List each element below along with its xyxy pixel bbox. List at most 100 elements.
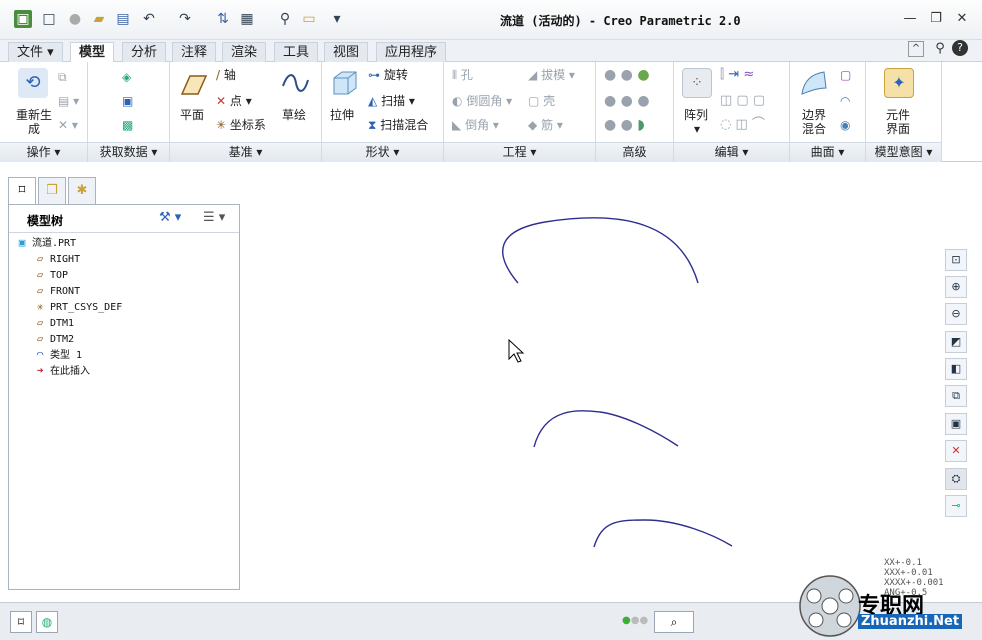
plane-icon[interactable]: [178, 70, 208, 100]
regenerate-icon[interactable]: ⟲: [18, 68, 48, 98]
model-tree-tab[interactable]: ⌑: [8, 177, 36, 205]
tree-item[interactable]: ▱ DTM2: [33, 331, 74, 347]
copy-geometry-icon[interactable]: ▣: [122, 94, 133, 108]
extrude-icon[interactable]: [328, 68, 358, 98]
sketch-icon[interactable]: [280, 68, 310, 98]
tab-render[interactable]: 渲染: [222, 42, 267, 62]
group-editing-label[interactable]: 编辑 ▾: [674, 142, 789, 162]
group-datum-label[interactable]: 基准 ▾: [170, 142, 321, 162]
boundary-blend-button[interactable]: 边界 混合: [802, 108, 826, 136]
regenerate-icon[interactable]: ⇅: [214, 10, 232, 28]
show-browser-icon[interactable]: ◍: [36, 611, 58, 633]
new-file-icon[interactable]: □: [40, 10, 58, 28]
refit-icon[interactable]: ⊡: [945, 249, 967, 271]
group-model-intent-label[interactable]: 模型意图 ▾: [866, 142, 941, 162]
group-shape: 拉伸 ⊶ 旋转 ◭ 扫描 ▾ ⧗ 扫描混合 形状 ▾: [322, 62, 444, 162]
hole-label: 孔: [460, 68, 473, 82]
regen-status-icon: ●●●: [622, 615, 649, 626]
folder-browser-tab[interactable]: ❒: [38, 177, 66, 205]
datum-display-icon[interactable]: ✕: [945, 440, 967, 462]
close-window-icon[interactable]: ▭: [300, 10, 318, 28]
help-icon[interactable]: ?: [952, 40, 968, 56]
pattern-dropdown-icon[interactable]: ▾: [694, 122, 700, 136]
shrinkwrap-icon[interactable]: ▩: [122, 118, 133, 132]
save-icon[interactable]: ▤: [114, 10, 132, 28]
axis-label: 轴: [223, 68, 236, 82]
group-shape-label[interactable]: 形状 ▾: [322, 142, 443, 162]
plane-button[interactable]: 平面: [180, 108, 204, 122]
customize-toolbar-icon[interactable]: ▾: [328, 10, 346, 28]
zoom-in-icon[interactable]: ⊕: [945, 276, 967, 298]
favorites-tab[interactable]: ✱: [68, 177, 96, 205]
style-icon[interactable]: ◉: [840, 118, 850, 132]
sketch-curve-top: [502, 217, 699, 284]
extrude-button[interactable]: 拉伸: [330, 108, 354, 122]
maximize-button[interactable]: ❐: [926, 10, 946, 28]
component-interface-icon[interactable]: ✦: [884, 68, 914, 98]
sweep-button[interactable]: ◭ 扫描 ▾: [368, 94, 415, 108]
boundary-blend-icon[interactable]: [798, 68, 828, 98]
tree-item[interactable]: ▱ FRONT: [33, 283, 80, 299]
ribbon-tabs: 文件 ▾ 模型 分析 注释 渲染 工具 视图 应用程序 ^ ⚲ ?: [0, 40, 982, 63]
pattern-icon[interactable]: ⁘: [682, 68, 712, 98]
axis-button[interactable]: / 轴: [216, 68, 236, 82]
sketch-button[interactable]: 草绘: [282, 108, 306, 122]
tab-analysis[interactable]: 分析: [122, 42, 167, 62]
tree-settings-icon[interactable]: ⚒ ▾: [159, 210, 181, 225]
group-get-data-label[interactable]: 获取数据 ▾: [88, 142, 169, 162]
tree-item[interactable]: ▣ 流道.PRT: [15, 235, 76, 251]
tree-item[interactable]: ➜ 在此插入: [33, 363, 90, 379]
spin-center-icon[interactable]: ⊸: [945, 495, 967, 517]
group-operations: ⟲ 重新生 成 ⧉ ▤ ▾ ✕ ▾ 操作 ▾: [0, 62, 88, 162]
zoom-out-icon[interactable]: ⊖: [945, 303, 967, 325]
minimize-button[interactable]: —: [900, 10, 920, 28]
open-folder-icon[interactable]: ▰: [90, 10, 108, 28]
pattern-button[interactable]: 阵列: [684, 108, 708, 122]
group-operations-label[interactable]: 操作 ▾: [0, 142, 87, 162]
fill-icon[interactable]: ▢: [840, 68, 851, 82]
close-button[interactable]: ✕: [952, 10, 972, 28]
saved-orientations-icon[interactable]: ⧉: [945, 385, 967, 407]
show-navigator-icon[interactable]: ⌑: [10, 611, 32, 633]
tree-columns-icon[interactable]: ☰ ▾: [203, 210, 225, 225]
swept-blend-button[interactable]: ⧗ 扫描混合: [368, 118, 428, 132]
search-icon[interactable]: ⚲: [930, 40, 950, 58]
component-interface-button[interactable]: 元件 界面: [886, 108, 910, 136]
windows-icon[interactable]: ▦: [238, 10, 256, 28]
tab-model[interactable]: 模型: [70, 42, 115, 63]
annotation-display-icon[interactable]: ⛭: [945, 468, 967, 490]
display-style-icon[interactable]: ◧: [945, 358, 967, 380]
point-button[interactable]: ✕ 点 ▾: [216, 94, 252, 108]
group-advanced-label[interactable]: 高级: [596, 142, 673, 162]
csys-button[interactable]: ✳ 坐标系: [216, 118, 266, 132]
group-engineering-label[interactable]: 工程 ▾: [444, 142, 595, 162]
tab-applications[interactable]: 应用程序: [376, 42, 447, 62]
tree-item[interactable]: ▱ RIGHT: [33, 251, 80, 267]
tree-item[interactable]: ▱ DTM1: [33, 315, 74, 331]
freestyle-icon[interactable]: ◠: [840, 94, 850, 108]
search-icon[interactable]: ⚲: [276, 10, 294, 28]
find-icon[interactable]: ⌕: [654, 611, 694, 633]
model-tree-header: 模型树 ⚒ ▾ ☰ ▾: [9, 205, 239, 233]
tab-tools[interactable]: 工具: [274, 42, 319, 62]
rib-label: 筋: [541, 118, 554, 132]
redo-icon[interactable]: ↷: [176, 10, 194, 28]
tree-item[interactable]: ✳ PRT_CSYS_DEF: [33, 299, 123, 315]
graphics-window[interactable]: [240, 162, 982, 602]
tree-item[interactable]: ▱ TOP: [33, 267, 68, 283]
tree-item[interactable]: ◠ 类型 1: [33, 347, 82, 363]
collapse-ribbon-icon[interactable]: ^: [908, 41, 924, 57]
undo-icon[interactable]: ↶: [140, 10, 158, 28]
round-label: 倒圆角: [466, 94, 503, 108]
hole-icon: ⫴: [452, 68, 458, 82]
revolve-button[interactable]: ⊶ 旋转: [368, 68, 408, 82]
sweep-label: 扫描: [381, 94, 406, 108]
regenerate-button[interactable]: 重新生 成: [14, 108, 54, 136]
view-manager-icon[interactable]: ▣: [945, 413, 967, 435]
group-surfaces-label[interactable]: 曲面 ▾: [790, 142, 865, 162]
user-defined-feature-icon[interactable]: ◈: [122, 70, 131, 84]
repaint-icon[interactable]: ◩: [945, 331, 967, 353]
tab-annotate[interactable]: 注释: [172, 42, 217, 62]
tab-file[interactable]: 文件 ▾: [8, 42, 63, 62]
tab-view[interactable]: 视图: [324, 42, 369, 62]
